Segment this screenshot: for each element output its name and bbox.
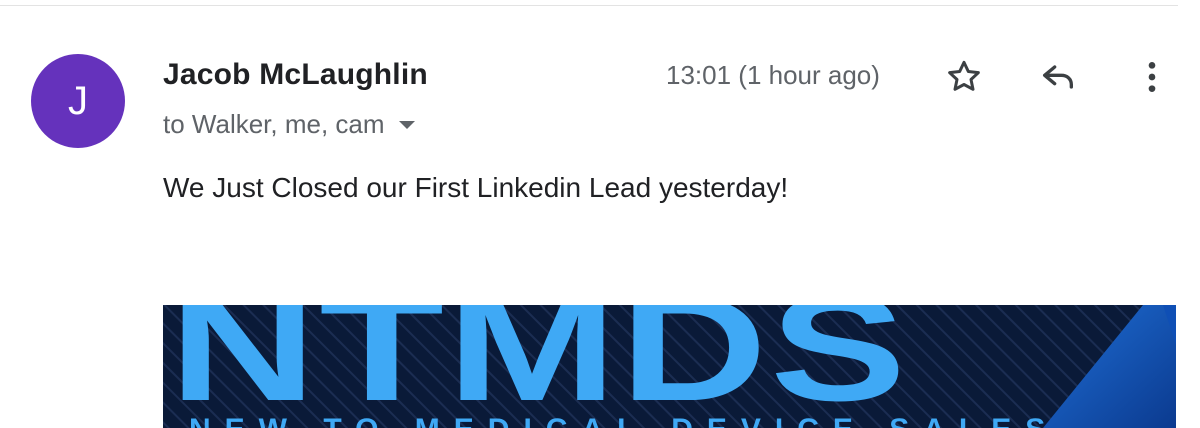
recipients-dropdown-icon[interactable] xyxy=(398,120,415,129)
recipients-line: to Walker, me, cam xyxy=(163,109,415,140)
banner-tagline: NEW TO MEDICAL DEVICE SALES xyxy=(189,413,1059,428)
sender-avatar[interactable]: J xyxy=(31,54,125,148)
email-timestamp: 13:01 (1 hour ago) xyxy=(666,60,880,90)
banner-logo-text: NTMDS xyxy=(169,305,909,428)
reply-button[interactable] xyxy=(1036,55,1080,99)
more-vertical-icon xyxy=(1148,62,1156,92)
star-icon xyxy=(948,60,980,91)
sender-name[interactable]: Jacob McLaughlin xyxy=(163,58,428,92)
reply-icon xyxy=(1043,65,1073,89)
star-button[interactable] xyxy=(942,55,986,99)
top-divider xyxy=(0,5,1178,6)
recipients-text: to Walker, me, cam xyxy=(163,109,385,139)
message-body: We Just Closed our First Linkedin Lead y… xyxy=(163,172,789,203)
more-options-button[interactable] xyxy=(1130,55,1174,99)
banner-image: NTMDS NEW TO MEDICAL DEVICE SALES xyxy=(163,305,1176,428)
